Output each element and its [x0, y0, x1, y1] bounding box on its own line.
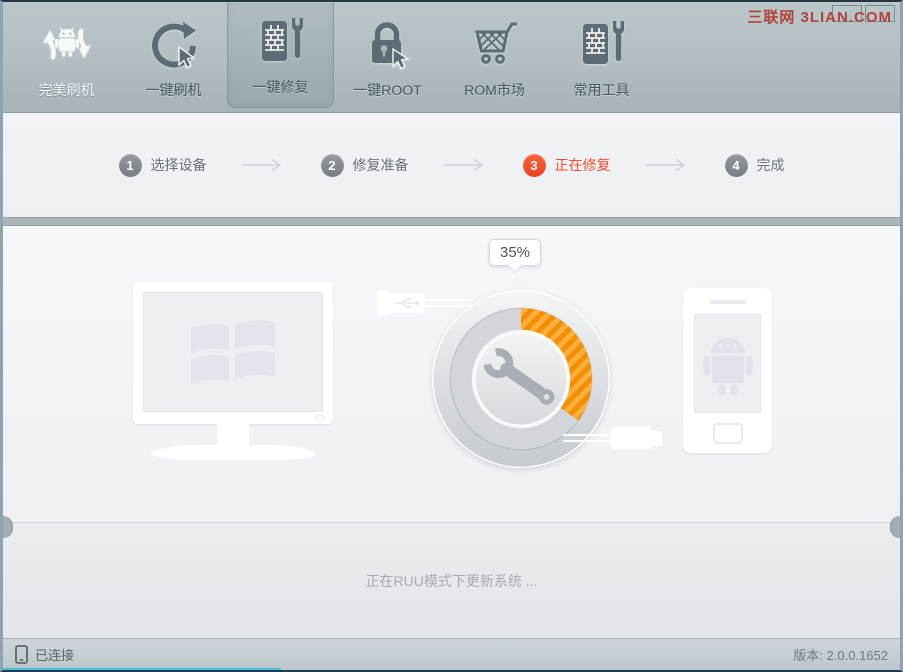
- usb-plug-icon: [388, 293, 425, 313]
- monitor-screen: [143, 292, 323, 412]
- one-key-flash-icon: [146, 15, 202, 73]
- usb-cable-right: [563, 434, 613, 442]
- toolbar-item-rom-market[interactable]: ROM市场: [441, 2, 548, 113]
- phone-speaker: [709, 300, 746, 304]
- status-bar: 已连接 版本: 2.0.0.1652: [3, 638, 900, 670]
- step-number-badge: 1: [118, 153, 142, 177]
- toolbar: 完美刷机 一键刷机 一键修复 一键ROOT ROM市场 常用工具 三联网 3LI…: [3, 2, 900, 113]
- toolbar-item-label: 一键ROOT: [353, 82, 422, 98]
- progress-percent: 35%: [499, 244, 531, 261]
- toolbar-item-one-key-flash[interactable]: 一键刷机: [120, 2, 227, 113]
- app-logo-icon: [38, 15, 96, 73]
- progress-tooltip: 35%: [489, 239, 541, 266]
- step-finish: 4 完成: [724, 153, 785, 177]
- version-label: 版本: 2.0.0.1652: [793, 648, 888, 663]
- section-divider-band: [3, 217, 900, 226]
- windows-logo-icon: [191, 320, 275, 385]
- toolbar-item-label: 一键修复: [252, 79, 309, 95]
- step-indicator: 1 选择设备 2 修复准备 3 正在修复 4 完成: [3, 113, 900, 217]
- toolbar-item-label: 常用工具: [573, 82, 630, 98]
- step-select-device: 1 选择设备: [118, 153, 207, 177]
- usb-plug-cap: [377, 290, 388, 316]
- toolbar-item-common-tools[interactable]: 常用工具: [548, 2, 655, 113]
- toolbar-item-label: ROM市场: [464, 82, 525, 98]
- step-number-badge: 2: [320, 153, 344, 177]
- one-key-repair-icon: [253, 12, 309, 70]
- step-repairing: 3 正在修复: [522, 153, 611, 177]
- toolbar-item-label: 一键刷机: [145, 82, 202, 98]
- phone-connector-tip: [650, 431, 662, 446]
- toolbar-item-label: 完美刷机: [38, 82, 95, 98]
- status-message: 正在RUU模式下更新系统 ...: [365, 572, 538, 589]
- connected-phone-icon: [15, 645, 28, 664]
- common-tools-icon: [574, 15, 630, 73]
- step-arrow-icon: [241, 158, 281, 172]
- toolbar-item-logo[interactable]: 完美刷机: [13, 2, 120, 113]
- step-number-badge: 3: [522, 153, 546, 177]
- phone-connector-icon: [611, 427, 651, 449]
- rom-market-icon: [467, 15, 523, 73]
- phone-home-button: [712, 423, 743, 444]
- monitor-base: [151, 445, 315, 460]
- android-phone-icon: [683, 288, 772, 453]
- connection-status: 已连接: [35, 648, 75, 663]
- step-arrow-icon: [443, 158, 483, 172]
- step-arrow-icon: [645, 158, 685, 172]
- step-number-badge: 4: [724, 153, 748, 177]
- phone-screen: [694, 314, 761, 413]
- one-key-root-icon: [360, 15, 416, 73]
- monitor-stand: [217, 423, 249, 447]
- toolbar-item-one-key-repair[interactable]: 一键修复: [227, 2, 334, 108]
- watermark: 三联网 3LIAN.COM: [747, 9, 892, 26]
- monitor-power-dot: [316, 414, 324, 422]
- repair-progress-dial: [429, 287, 613, 471]
- step-repair-prepare: 2 修复准备: [320, 153, 409, 177]
- android-robot-icon: [703, 334, 752, 396]
- device-panel: 35%: [3, 226, 900, 522]
- toolbar-item-one-key-root[interactable]: 一键ROOT: [334, 2, 441, 113]
- status-message-panel: 正在RUU模式下更新系统 ...: [3, 522, 900, 638]
- computer-monitor-icon: [133, 282, 333, 424]
- app-window: 完美刷机 一键刷机 一键修复 一键ROOT ROM市场 常用工具 三联网 3LI…: [0, 0, 903, 672]
